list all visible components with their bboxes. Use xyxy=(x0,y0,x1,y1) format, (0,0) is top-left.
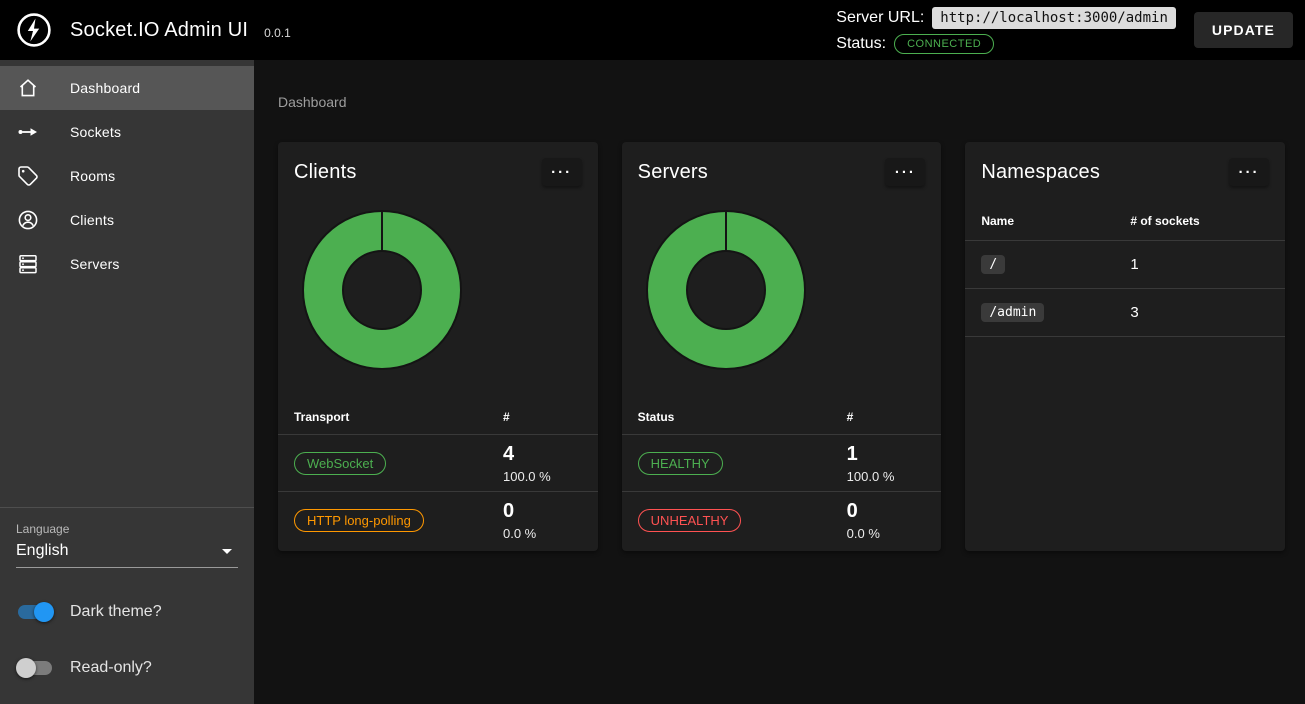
more-options-icon: ··· xyxy=(895,164,916,181)
column-header: Status xyxy=(638,410,847,424)
sidebar-item-label: Servers xyxy=(70,256,120,272)
column-header: # xyxy=(503,410,582,424)
servers-table: Status # HEALTHY 1 100.0 % UNHEALTHY 0 0.0… xyxy=(622,410,942,548)
servers-card: Servers ··· Status # HEALTHY 1 100.0 % UN… xyxy=(622,142,942,551)
card-menu-button[interactable]: ··· xyxy=(885,158,925,186)
more-options-icon: ··· xyxy=(551,164,572,181)
server-url-value: http://localhost:3000/admin xyxy=(932,7,1176,29)
sidebar-item-label: Rooms xyxy=(70,168,115,184)
transport-badge: HTTP long-polling xyxy=(294,509,424,532)
card-menu-button[interactable]: ··· xyxy=(542,158,582,186)
count-value: 4 xyxy=(503,442,582,466)
status-badge: HEALTHY xyxy=(638,452,723,475)
column-header: Transport xyxy=(294,410,503,424)
chevron-down-icon xyxy=(222,549,232,554)
home-icon xyxy=(16,76,40,100)
read-only-label: Read-only? xyxy=(70,659,152,677)
status-label: Status: xyxy=(836,35,886,53)
socket-count: 3 xyxy=(1130,304,1269,321)
table-row: /admin 3 xyxy=(965,289,1285,337)
card-menu-button[interactable]: ··· xyxy=(1229,158,1269,186)
sidebar-item-label: Clients xyxy=(70,212,114,228)
sidebar-item-label: Sockets xyxy=(70,124,121,140)
app-title: Socket.IO Admin UI xyxy=(70,19,248,42)
percent-value: 100.0 % xyxy=(503,469,582,484)
socket-arrow-icon xyxy=(16,120,40,144)
sidebar-item-rooms[interactable]: Rooms xyxy=(0,154,254,198)
tag-icon xyxy=(16,164,40,188)
sidebar-item-clients[interactable]: Clients xyxy=(0,198,254,242)
clients-donut-chart xyxy=(302,210,462,370)
clients-card: Clients ··· Transport # WebSocket 4 100.0… xyxy=(278,142,598,551)
app-header: Socket.IO Admin UI 0.0.1 Server URL: htt… xyxy=(0,0,1305,60)
table-header: Transport # xyxy=(278,410,598,435)
language-select[interactable]: English xyxy=(16,542,238,568)
transport-badge: WebSocket xyxy=(294,452,386,475)
column-header: # xyxy=(847,410,926,424)
namespace-chip: / xyxy=(981,255,1005,274)
socket-count: 1 xyxy=(1130,256,1269,273)
server-url-label: Server URL: xyxy=(836,9,924,27)
sidebar-item-servers[interactable]: Servers xyxy=(0,242,254,286)
servers-card-title: Servers xyxy=(638,161,708,184)
namespaces-card-title: Namespaces xyxy=(981,161,1100,184)
namespaces-card: Namespaces ··· Name # of sockets / 1 /ad… xyxy=(965,142,1285,551)
update-button[interactable]: UPDATE xyxy=(1194,12,1293,48)
sidebar-item-label: Dashboard xyxy=(70,80,140,96)
clients-table: Transport # WebSocket 4 100.0 % HTTP long… xyxy=(278,410,598,548)
clients-card-title: Clients xyxy=(294,161,357,184)
status-badge: UNHEALTHY xyxy=(638,509,742,532)
count-value: 0 xyxy=(503,499,582,523)
table-row: / 1 xyxy=(965,241,1285,289)
column-header: Name xyxy=(981,214,1130,228)
namespace-chip: /admin xyxy=(981,303,1044,322)
table-row: WebSocket 4 100.0 % xyxy=(278,435,598,492)
percent-value: 0.0 % xyxy=(847,526,926,541)
sidebar-item-sockets[interactable]: Sockets xyxy=(0,110,254,154)
sidebar: Dashboard Sockets Rooms Clients Servers xyxy=(0,60,254,704)
read-only-toggle[interactable] xyxy=(16,656,54,680)
dark-theme-label: Dark theme? xyxy=(70,603,162,621)
server-info-block: Server URL: http://localhost:3000/admin … xyxy=(836,7,1176,54)
breadcrumb: Dashboard xyxy=(278,94,1285,110)
main-content: Dashboard Clients ··· Transport # WebSoc… xyxy=(254,60,1305,704)
percent-value: 100.0 % xyxy=(847,469,926,484)
table-row: HEALTHY 1 100.0 % xyxy=(622,435,942,492)
language-label: Language xyxy=(16,522,238,536)
table-row: UNHEALTHY 0 0.0 % xyxy=(622,492,942,548)
sidebar-item-dashboard[interactable]: Dashboard xyxy=(0,66,254,110)
percent-value: 0.0 % xyxy=(503,526,582,541)
dark-theme-row: Dark theme? xyxy=(16,600,238,624)
account-circle-icon xyxy=(16,208,40,232)
app-version: 0.0.1 xyxy=(264,26,291,40)
count-value: 0 xyxy=(847,499,926,523)
table-header: Name # of sockets xyxy=(965,214,1285,241)
sidebar-settings: Language English Dark theme? Read-only? xyxy=(0,507,254,704)
status-badge: CONNECTED xyxy=(894,34,994,54)
more-options-icon: ··· xyxy=(1239,164,1260,181)
read-only-row: Read-only? xyxy=(16,656,238,680)
column-header: # of sockets xyxy=(1130,214,1269,228)
dark-theme-toggle[interactable] xyxy=(16,600,54,624)
servers-donut-chart xyxy=(646,210,806,370)
table-row: HTTP long-polling 0 0.0 % xyxy=(278,492,598,548)
table-header: Status # xyxy=(622,410,942,435)
count-value: 1 xyxy=(847,442,926,466)
namespaces-table: Name # of sockets / 1 /admin 3 xyxy=(965,214,1285,337)
socketio-logo-icon xyxy=(16,12,52,48)
server-icon xyxy=(16,252,40,276)
language-value: English xyxy=(16,542,68,560)
